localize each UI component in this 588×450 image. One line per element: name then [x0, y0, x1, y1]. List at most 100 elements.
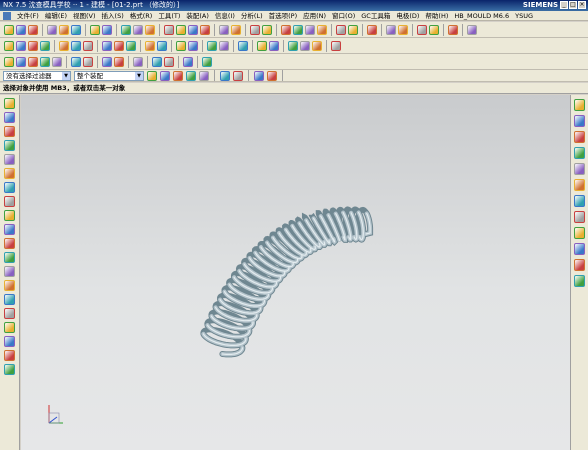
web-icon[interactable]: [574, 163, 585, 175]
pattern-icon[interactable]: [4, 322, 15, 333]
surface-icon[interactable]: [207, 40, 217, 51]
blend-icon[interactable]: [219, 24, 229, 35]
paste-icon[interactable]: [71, 24, 81, 35]
layer-icon[interactable]: [367, 24, 377, 35]
menu-window[interactable]: 窗口(O): [332, 11, 355, 20]
law-curve-icon[interactable]: [267, 70, 277, 81]
rectangle-icon[interactable]: [186, 70, 196, 81]
selection-scope-dropdown[interactable]: 整个装配 ▼: [74, 70, 144, 81]
mirror-icon[interactable]: [4, 308, 15, 319]
curve-icon[interactable]: [238, 40, 248, 51]
sphere-icon[interactable]: [40, 40, 50, 51]
spline-icon[interactable]: [4, 56, 14, 67]
shell-icon[interactable]: [250, 24, 260, 35]
trim-curve-icon[interactable]: [183, 56, 193, 67]
history-icon[interactable]: [574, 131, 585, 143]
menu-file[interactable]: 文件(F): [17, 11, 39, 20]
chamfer-icon[interactable]: [231, 24, 241, 35]
sketch-finish-icon[interactable]: [202, 56, 212, 67]
electrode-icon[interactable]: [269, 40, 279, 51]
menu-gc-toolbox[interactable]: GC工具箱: [361, 11, 390, 20]
menu-insert[interactable]: 插入(S): [102, 11, 124, 20]
type-filter-dropdown[interactable]: 没有选择过滤器 ▼: [3, 70, 71, 81]
spline-icon[interactable]: [147, 70, 157, 81]
roles-icon[interactable]: [4, 126, 15, 137]
clock-icon[interactable]: [574, 179, 585, 191]
shaded-icon[interactable]: [336, 24, 346, 35]
box-icon[interactable]: [4, 40, 14, 51]
pocket-icon[interactable]: [188, 24, 198, 35]
cylinder-icon[interactable]: [16, 40, 26, 51]
extend-icon[interactable]: [398, 24, 408, 35]
menu-information[interactable]: 信息(I): [215, 11, 235, 20]
datum-csys-icon[interactable]: [126, 40, 136, 51]
point-icon[interactable]: [4, 238, 15, 249]
line-icon[interactable]: [4, 154, 15, 165]
system-icon[interactable]: [574, 211, 585, 223]
redo-icon[interactable]: [102, 24, 112, 35]
graphics-window[interactable]: [21, 95, 570, 450]
reuse-icon[interactable]: [574, 147, 585, 159]
boss-icon[interactable]: [176, 24, 186, 35]
menu-analysis[interactable]: 分析(L): [241, 11, 263, 20]
sew-icon[interactable]: [188, 40, 198, 51]
move-icon[interactable]: [4, 252, 15, 263]
palette-icon[interactable]: [574, 195, 585, 207]
cone-icon[interactable]: [28, 40, 38, 51]
measure-icon[interactable]: [448, 24, 458, 35]
new-icon[interactable]: [4, 24, 14, 35]
mesh-icon[interactable]: [219, 40, 229, 51]
helix-icon[interactable]: [102, 56, 112, 67]
menu-format[interactable]: 格式(R): [130, 11, 153, 20]
close-button[interactable]: ×: [578, 1, 586, 9]
pad-icon[interactable]: [200, 24, 210, 35]
minimize-button[interactable]: _: [560, 1, 568, 9]
polygon-icon[interactable]: [28, 56, 38, 67]
part-nav-icon[interactable]: [4, 98, 15, 109]
menu-application[interactable]: 应用(N): [303, 11, 326, 20]
finish-icon[interactable]: [4, 364, 15, 375]
arc-icon[interactable]: [160, 70, 170, 81]
polygon-icon[interactable]: [173, 70, 183, 81]
menu-assemblies[interactable]: 装配(A): [186, 11, 209, 20]
menu-hb-mould[interactable]: HB_MOULD M6.6: [454, 11, 509, 20]
wireframe-icon[interactable]: [348, 24, 358, 35]
mirror-icon[interactable]: [417, 24, 427, 35]
maximize-button[interactable]: □: [569, 1, 577, 9]
analysis-icon[interactable]: [467, 24, 477, 35]
system-menu-icon[interactable]: [3, 12, 11, 20]
trim-icon[interactable]: [4, 266, 15, 277]
menu-ysug[interactable]: YSUG: [515, 11, 533, 20]
rectangle-icon[interactable]: [40, 56, 50, 67]
project-curve-icon[interactable]: [233, 70, 243, 81]
unite-icon[interactable]: [59, 40, 69, 51]
subtract-icon[interactable]: [71, 40, 81, 51]
zoom-icon[interactable]: [293, 24, 303, 35]
thicken-icon[interactable]: [176, 40, 186, 51]
move-face-icon[interactable]: [157, 40, 167, 51]
law-curve-icon[interactable]: [114, 56, 124, 67]
layer-icon[interactable]: [4, 112, 15, 123]
helix-icon[interactable]: [254, 70, 264, 81]
arc-icon[interactable]: [16, 56, 26, 67]
fillet-icon[interactable]: [4, 196, 15, 207]
sketch-icon[interactable]: [121, 24, 131, 35]
hole-icon[interactable]: [164, 24, 174, 35]
point-icon[interactable]: [133, 56, 143, 67]
text-icon[interactable]: [199, 70, 209, 81]
mold-icon[interactable]: [257, 40, 267, 51]
datum-axis-icon[interactable]: [114, 40, 124, 51]
menu-electrode[interactable]: 电极(D): [396, 11, 419, 20]
menu-preferences[interactable]: 首选项(P): [269, 11, 298, 20]
rotate-icon[interactable]: [305, 24, 315, 35]
open-icon[interactable]: [16, 24, 26, 35]
menu-help[interactable]: 帮助(H): [425, 11, 448, 20]
spline-icon[interactable]: [4, 140, 15, 151]
snap-icon[interactable]: [331, 40, 341, 51]
revolve-icon[interactable]: [145, 24, 155, 35]
view-top-icon[interactable]: [288, 40, 298, 51]
cut-icon[interactable]: [47, 24, 57, 35]
pan-icon[interactable]: [317, 24, 327, 35]
menu-edit[interactable]: 编辑(E): [45, 11, 67, 20]
extend-icon[interactable]: [4, 280, 15, 291]
